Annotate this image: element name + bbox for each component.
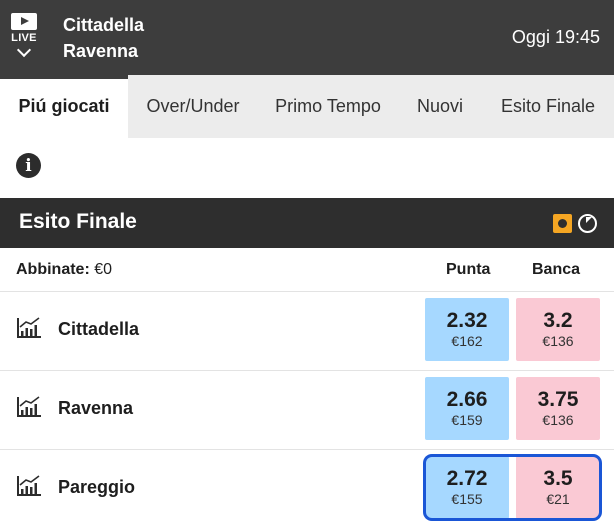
runner-row: Ravenna 2.66 €159 3.75 €136 [0,371,614,450]
info-row: i [0,138,614,198]
chevron-down-icon [16,42,32,58]
back-column-header: Punta [446,261,491,278]
lay-column-header: Banca [532,261,581,278]
tab-piu-giocati[interactable]: Piú giocati [0,75,128,138]
timer-icon [578,214,597,233]
lay-odds-button[interactable]: 3.75 €136 [516,377,600,440]
back-price: 2.32 [446,309,488,332]
tab-primo-tempo[interactable]: Primo Tempo [258,75,398,138]
tab-esito-finale[interactable]: Esito Finale [482,75,614,138]
back-stake: €155 [451,491,483,507]
matched-label: Abbinate: [16,261,90,278]
runner-row: Cittadella 2.32 €162 3.2 €136 [0,292,614,371]
lay-odds-button[interactable]: 3.2 €136 [516,298,600,361]
back-odds-button[interactable]: 2.32 €162 [425,298,509,361]
chart-icon[interactable] [16,474,42,498]
runner-name: Ravenna [58,398,134,418]
back-price: 2.66 [446,388,488,411]
runner-name: Pareggio [58,477,136,497]
lay-price: 3.75 [537,388,579,411]
lay-stake: €136 [542,412,574,428]
matched-value: €0 [94,261,113,278]
market-header: Esito Finale [0,198,614,248]
home-team: Cittadella [63,15,145,35]
back-price: 2.72 [446,467,488,490]
back-odds-button[interactable]: 2.66 €159 [425,377,509,440]
inplay-icon [553,214,572,233]
lay-stake: €136 [542,333,574,349]
tab-nuovi[interactable]: Nuovi [398,75,482,138]
live-toggle[interactable]: LIVE [9,13,39,67]
event-datetime: Oggi 19:45 [511,27,600,47]
play-icon [11,13,37,30]
back-odds-button[interactable]: 2.72 €155 [425,456,509,519]
back-stake: €159 [451,412,483,428]
away-team: Ravenna [63,41,139,61]
info-icon[interactable]: i [16,153,41,178]
tab-over-under[interactable]: Over/Under [128,75,258,138]
column-header: Abbinate: €0 Punta Banca [0,248,614,292]
chart-icon[interactable] [16,395,42,419]
lay-price: 3.5 [543,467,573,490]
event-header: LIVE Cittadella Ravenna Oggi 19:45 [0,0,614,75]
market-title: Esito Finale [19,210,137,233]
matched-amount: Abbinate: €0 [16,261,112,279]
lay-odds-button[interactable]: 3.5 €21 [516,456,600,519]
runner-row: Pareggio 2.72 €155 3.5 €21 [0,450,614,526]
lay-price: 3.2 [543,309,573,332]
back-stake: €162 [451,333,483,349]
market-tabs: Piú giocati Over/Under Primo Tempo Nuovi… [0,75,614,138]
chart-icon[interactable] [16,316,42,340]
lay-stake: €21 [546,491,570,507]
runner-name: Cittadella [58,319,140,339]
